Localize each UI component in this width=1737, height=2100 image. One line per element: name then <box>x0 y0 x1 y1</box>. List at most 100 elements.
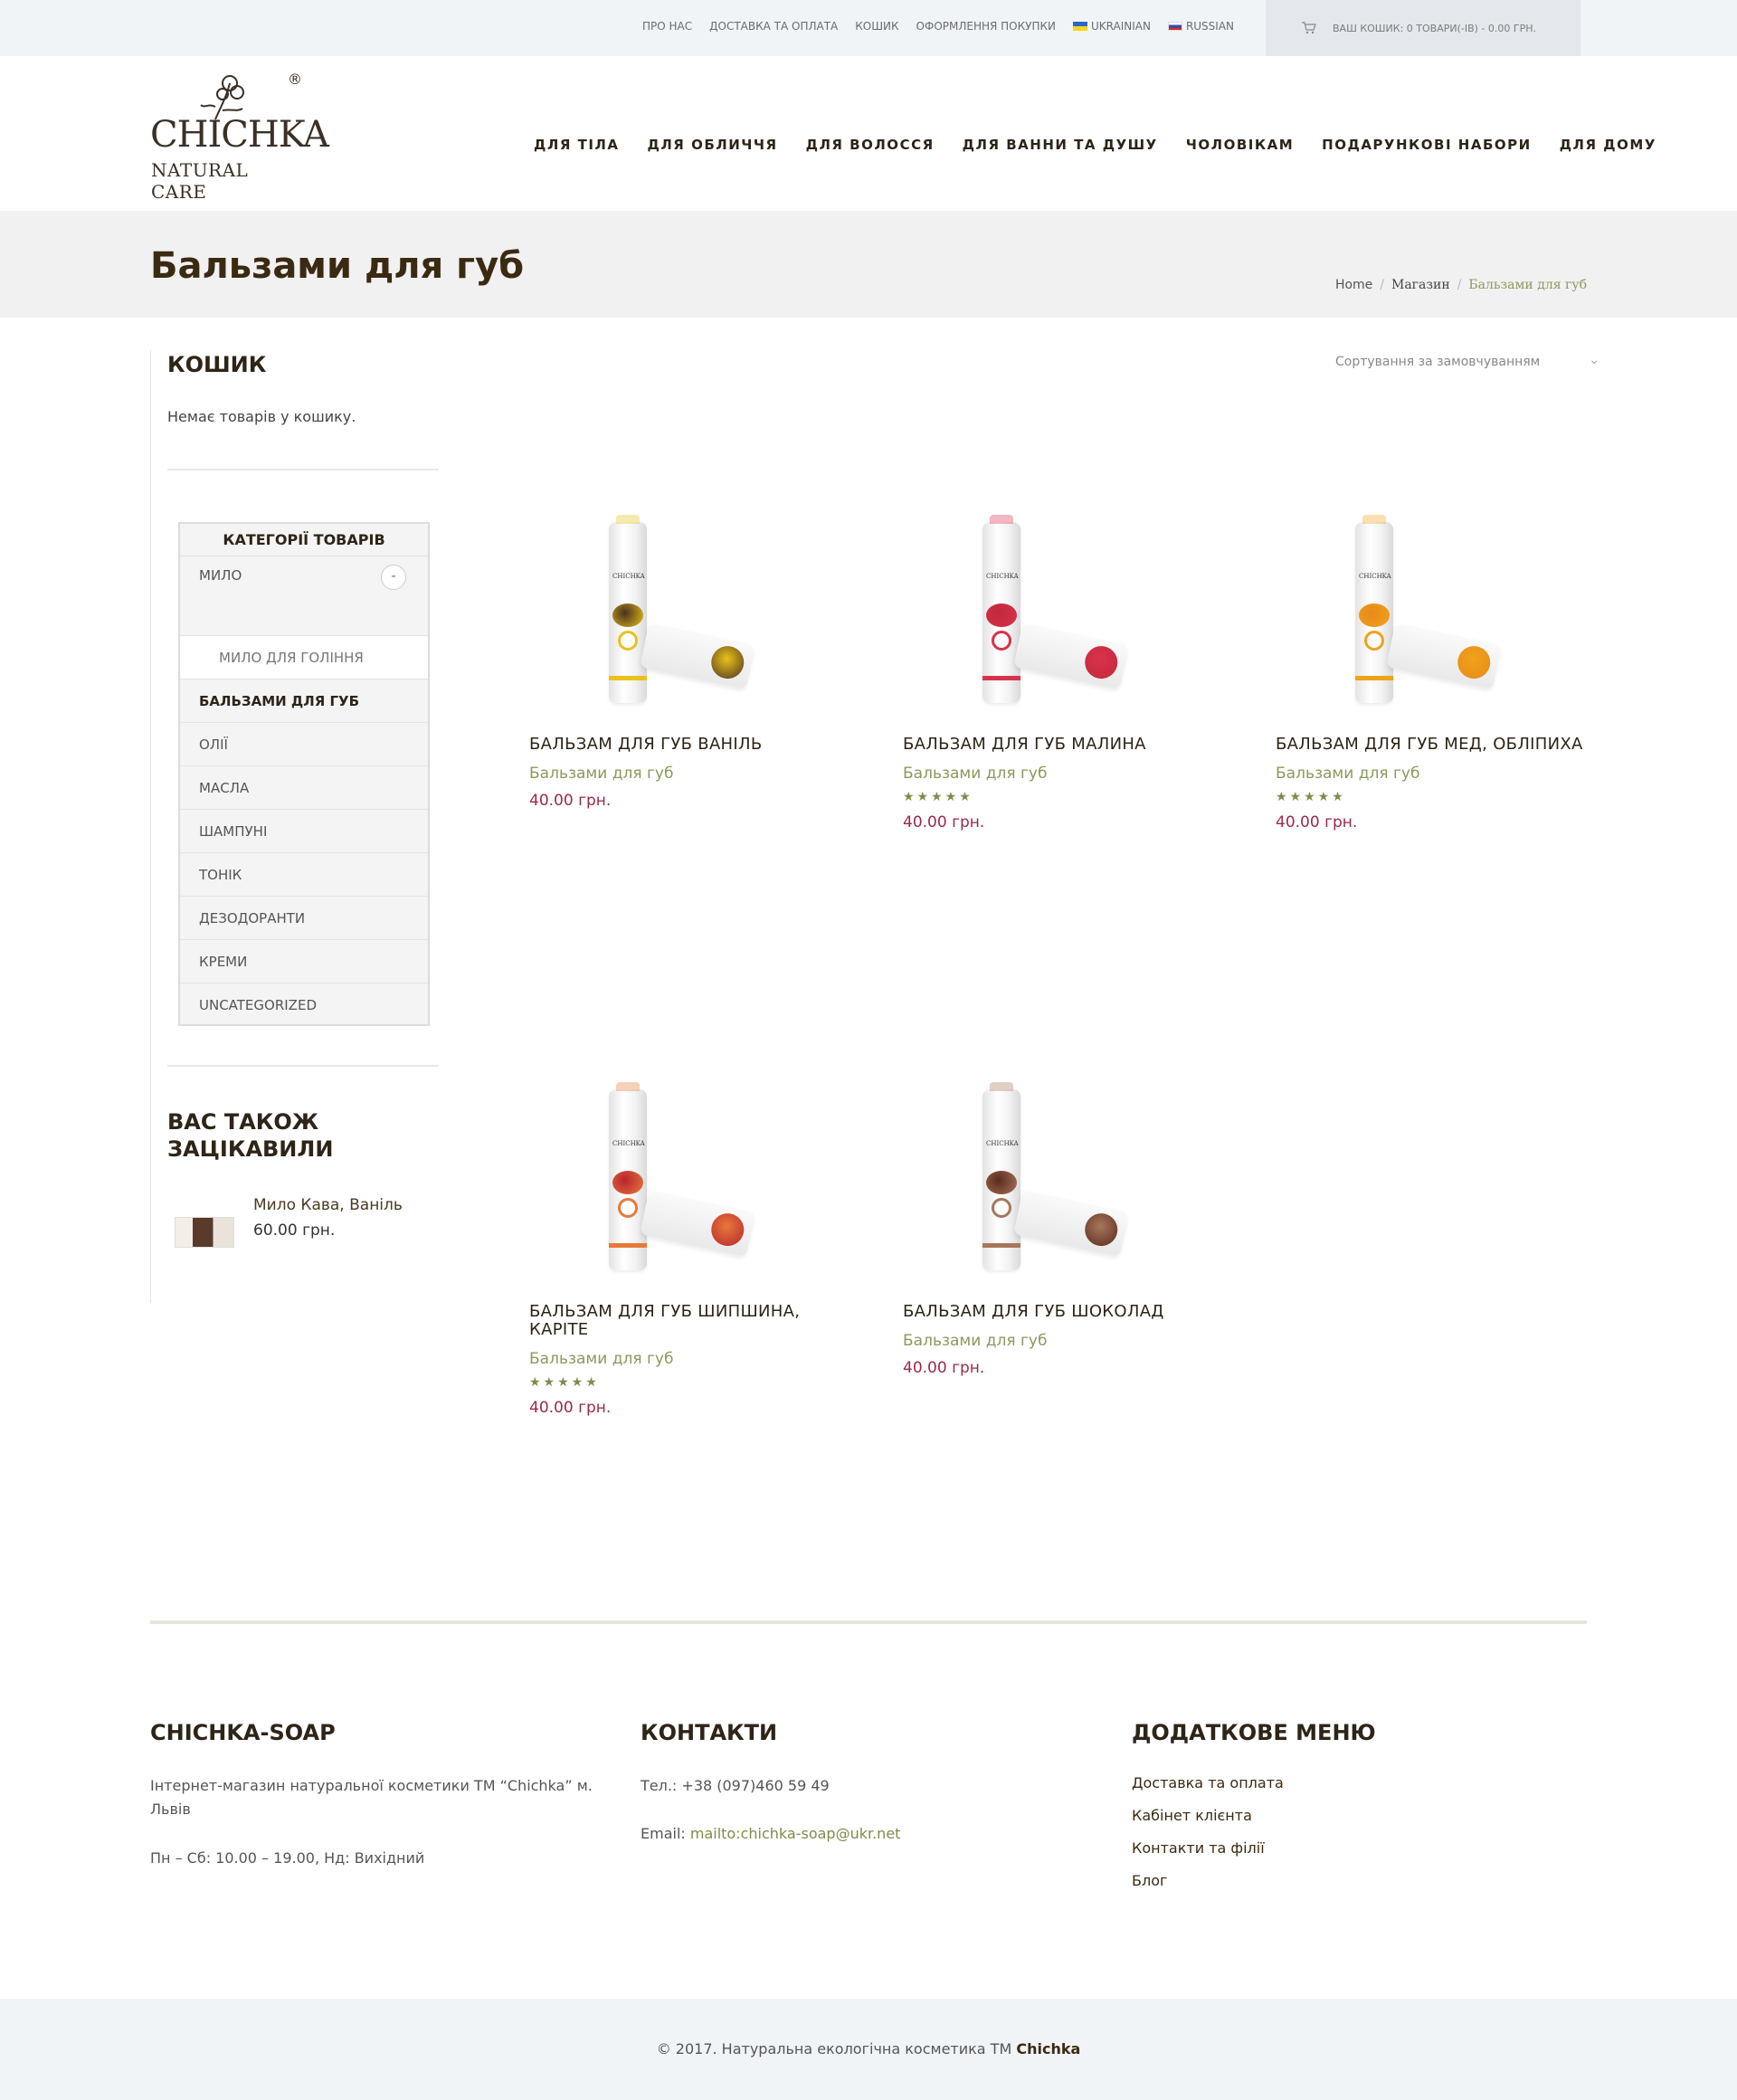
product-category[interactable]: Бальзами для губ <box>1276 765 1583 783</box>
top-link-checkout[interactable]: ОФОРМЛЕННЯ ПОКУПКИ <box>916 20 1056 33</box>
product-category[interactable]: Бальзами для губ <box>903 1332 1210 1350</box>
nav-face[interactable]: ДЛЯ ОБЛИЧЧЯ <box>647 137 777 153</box>
category-oils[interactable]: ОЛІЇ <box>180 723 428 766</box>
tube-brand-mark: CHICHKA <box>612 1140 645 1147</box>
balm-stick <box>707 1210 747 1250</box>
tube-stripe <box>1355 676 1393 680</box>
lip-balm-tube: CHICHKA <box>609 1082 647 1270</box>
tube-badge <box>618 1198 638 1218</box>
title-band: Бальзами для губ Home / Магазин / Бальзами д… <box>0 211 1737 318</box>
footer-menu-account[interactable]: Кабінет клієнта <box>1132 1807 1284 1839</box>
footer-email-link[interactable]: mailto:chichka-soap@ukr.net <box>690 1825 901 1842</box>
product-card[interactable]: CHICHKA БАЛЬЗАМ ДЛЯ ГУБ ШИПШИНА, КАРІТЕ Ба… <box>529 1060 837 1417</box>
category-uncategorized[interactable]: UNCATEGORIZED <box>180 983 428 1027</box>
star-rating-icon: ★★★★★ <box>529 1375 600 1390</box>
product-price: 40.00 грн. <box>1276 813 1358 831</box>
star-rating-icon: ★★★★★ <box>1276 790 1346 804</box>
tube-cap <box>990 1082 1013 1091</box>
cart-icon <box>1302 22 1316 34</box>
breadcrumb-separator: / <box>1457 278 1462 292</box>
product-card[interactable]: CHICHKA БАЛЬЗАМ ДЛЯ ГУБ ШОКОЛАД Бальзами д… <box>903 1060 1210 1377</box>
product-card[interactable]: CHICHKA БАЛЬЗАМ ДЛЯ ГУБ МАЛИНА Бальзами дл… <box>903 493 1210 831</box>
top-link-about[interactable]: ПРО НАС <box>642 20 692 33</box>
breadcrumb-home[interactable]: Home <box>1335 278 1372 292</box>
related-product-name[interactable]: Мило Кава, Ваніль <box>253 1196 403 1214</box>
tube-stripe <box>982 1243 1020 1248</box>
categories-title: КАТЕГОРІЇ ТОВАРІВ <box>180 524 428 556</box>
product-price: 40.00 грн. <box>903 1359 985 1377</box>
category-tonic[interactable]: ТОНІК <box>180 853 428 897</box>
product-name[interactable]: БАЛЬЗАМ ДЛЯ ГУБ ШОКОЛАД <box>903 1303 1210 1321</box>
collapse-toggle-icon[interactable]: - <box>381 565 406 590</box>
copyright-brand: Chichka <box>1016 2040 1081 2057</box>
product-card[interactable]: CHICHKA БАЛЬЗАМ ДЛЯ ГУБ ВАНІЛЬ Бальзами дл… <box>529 493 837 810</box>
tube-stripe <box>609 676 647 680</box>
site-logo[interactable]: ® CHICHKA NATURAL CARE <box>150 69 329 203</box>
product-category[interactable]: Бальзами для губ <box>529 1350 837 1368</box>
lip-balm-open <box>1013 1190 1129 1257</box>
lip-balm-open <box>640 1190 755 1257</box>
product-name[interactable]: БАЛЬЗАМ ДЛЯ ГУБ МАЛИНА <box>903 736 1210 754</box>
product-image[interactable]: CHICHKA <box>1276 493 1583 710</box>
nav-bath-shower[interactable]: ДЛЯ ВАННИ ТА ДУШУ <box>963 137 1158 153</box>
nav-men[interactable]: ЧОЛОВІКАМ <box>1186 137 1294 153</box>
tube-badge <box>1364 631 1384 651</box>
nav-hair[interactable]: ДЛЯ ВОЛОССЯ <box>806 137 935 153</box>
registered-mark: ® <box>288 71 302 88</box>
breadcrumb-shop[interactable]: Магазин <box>1391 278 1450 292</box>
sidebar-divider <box>150 350 151 1303</box>
breadcrumb-separator: / <box>1380 278 1384 292</box>
tube-cap <box>616 1082 640 1091</box>
category-shaving-soap[interactable]: МИЛО ДЛЯ ГОЛІННЯ <box>180 636 428 679</box>
product-image[interactable]: CHICHKA <box>529 493 837 710</box>
logo-subtitle: NATURAL CARE <box>151 159 249 203</box>
nav-home[interactable]: ДЛЯ ДОМУ <box>1560 137 1656 153</box>
lang-russian[interactable]: RUSSIAN <box>1167 20 1235 33</box>
product-image[interactable]: CHICHKA <box>529 1060 837 1278</box>
product-image[interactable]: CHICHKA <box>903 493 1210 710</box>
balm-stick <box>1081 1210 1121 1250</box>
footer-menu-delivery[interactable]: Доставка та оплата <box>1132 1774 1284 1807</box>
copyright-text: © 2017. Натуральна екологічна косметика … <box>656 2040 1017 2057</box>
category-deodorants[interactable]: ДЕЗОДОРАНТИ <box>180 897 428 940</box>
product-name[interactable]: БАЛЬЗАМ ДЛЯ ГУБ МЕД, ОБЛІПИХА <box>1276 736 1583 754</box>
top-link-delivery[interactable]: ДОСТАВКА ТА ОПЛАТА <box>709 20 838 33</box>
lip-balm-open <box>640 622 755 689</box>
footer-menu-contacts[interactable]: Контакти та філії <box>1132 1839 1284 1872</box>
footer-email: Email: mailto:chichka-soap@ukr.net <box>641 1822 900 1846</box>
footer-email-label: Email: <box>641 1825 690 1842</box>
product-categories: КАТЕГОРІЇ ТОВАРІВ МИЛО - МИЛО ДЛЯ ГОЛІНН… <box>178 522 430 1026</box>
product-card[interactable]: CHICHKA БАЛЬЗАМ ДЛЯ ГУБ МЕД, ОБЛІПИХА Баль… <box>1276 493 1583 831</box>
product-price: 40.00 грн. <box>529 792 612 810</box>
balm-stick <box>1081 642 1121 682</box>
category-shampoos[interactable]: ШАМПУНІ <box>180 810 428 853</box>
category-creams[interactable]: КРЕМИ <box>180 940 428 983</box>
tube-badge <box>618 631 638 651</box>
category-lip-balms[interactable]: БАЛЬЗАМИ ДЛЯ ГУБ <box>180 679 428 723</box>
top-link-cart[interactable]: КОШИК <box>855 20 898 33</box>
category-milo-label: МИЛО <box>199 567 242 584</box>
category-milo[interactable]: МИЛО - <box>180 556 428 636</box>
tube-fruit-graphic <box>986 1171 1017 1194</box>
balm-stick <box>707 642 747 682</box>
product-name[interactable]: БАЛЬЗАМ ДЛЯ ГУБ ШИПШИНА, КАРІТЕ <box>529 1303 837 1339</box>
related-widget-title: ВАС ТАКОЖ ЗАЦІКАВИЛИ <box>167 1109 334 1162</box>
nav-body[interactable]: ДЛЯ ТІЛА <box>534 137 619 153</box>
lip-balm-tube: CHICHKA <box>982 515 1020 703</box>
product-category[interactable]: Бальзами для губ <box>529 765 837 783</box>
related-product-thumbnail[interactable] <box>175 1217 234 1248</box>
product-image[interactable]: CHICHKA <box>903 1060 1210 1278</box>
lip-balm-tube: CHICHKA <box>982 1082 1020 1270</box>
tube-cap <box>1362 515 1386 524</box>
sidebar-separator <box>167 1065 439 1067</box>
lang-russian-label: RUSSIAN <box>1185 20 1235 33</box>
nav-gift-sets[interactable]: ПОДАРУНКОВІ НАБОРИ <box>1322 137 1532 153</box>
product-category[interactable]: Бальзами для губ <box>903 765 1210 783</box>
footer-menu-blog[interactable]: Блог <box>1132 1872 1284 1905</box>
footer-hours: Пн – Сб: 10.00 – 19.00, Нд: Вихідний <box>150 1849 425 1867</box>
sort-select[interactable]: Сортування за замовчуванням ⌄ <box>1335 353 1601 369</box>
product-name[interactable]: БАЛЬЗАМ ДЛЯ ГУБ ВАНІЛЬ <box>529 736 837 754</box>
category-butters[interactable]: МАСЛА <box>180 766 428 810</box>
lang-ukrainian[interactable]: UKRAINIAN <box>1072 20 1151 33</box>
header-cart[interactable]: ВАШ КОШИК: 0 ТОВАРИ(-ІВ) - 0.00 ГРН. <box>1266 0 1580 56</box>
